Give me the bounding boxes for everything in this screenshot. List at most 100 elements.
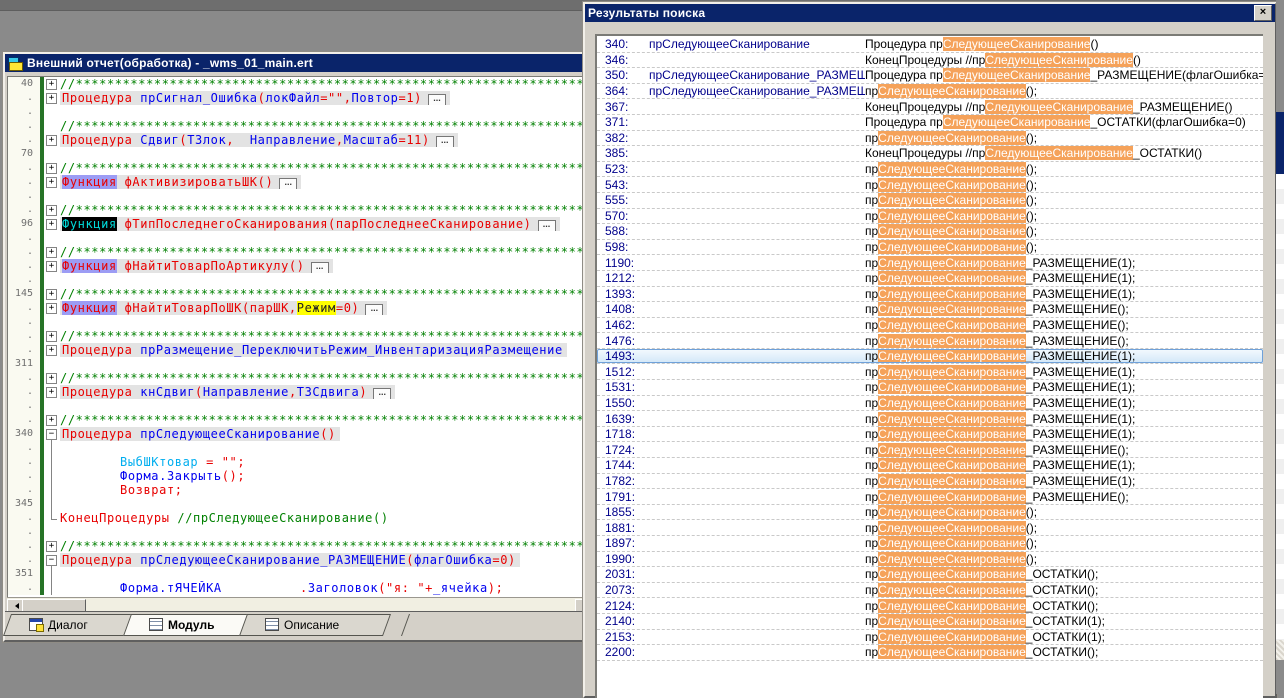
fold-plus-icon[interactable]: + xyxy=(44,539,60,553)
search-result-row[interactable]: 1190:прСледующееСканирование_РАЗМЕЩЕНИЕ(… xyxy=(597,255,1263,271)
search-result-row[interactable]: 1462:прСледующееСканирование_РАЗМЕЩЕНИЕ(… xyxy=(597,318,1263,334)
search-result-row[interactable]: 1639:прСледующееСканирование_РАЗМЕЩЕНИЕ(… xyxy=(597,411,1263,427)
fold-plus-icon[interactable]: + xyxy=(44,385,60,399)
search-result-row[interactable]: 2073:прСледующееСканирование_ОСТАТКИ(); xyxy=(597,583,1263,599)
fold-plus-icon[interactable]: + xyxy=(44,287,60,301)
search-result-row[interactable]: 1724:прСледующееСканирование_РАЗМЕЩЕНИЕ(… xyxy=(597,442,1263,458)
search-result-row[interactable]: 346:КонецПроцедуры //прСледующееСканиров… xyxy=(597,53,1263,69)
search-result-row[interactable]: 364:прСледующееСканирование_РАЗМЕЩЕНИЕпр… xyxy=(597,84,1263,100)
code-line[interactable]: . xyxy=(8,315,590,329)
module-editor-titlebar[interactable]: Внешний отчет(обработка) - _wms_01_main.… xyxy=(5,54,593,72)
fold-plus-icon[interactable]: + xyxy=(44,259,60,273)
code-line[interactable]: 70 xyxy=(8,147,590,161)
search-result-row[interactable]: 2124:прСледующееСканирование_ОСТАТКИ(); xyxy=(597,598,1263,614)
fold-plus-icon[interactable]: + xyxy=(44,245,60,259)
search-result-row[interactable]: 543:прСледующееСканирование(); xyxy=(597,177,1263,193)
fold-plus-icon[interactable]: + xyxy=(44,217,60,231)
code-line[interactable]: 345 xyxy=(8,497,590,511)
search-result-row[interactable]: 523:прСледующееСканирование(); xyxy=(597,162,1263,178)
code-line[interactable]: 145+//**********************************… xyxy=(8,287,590,301)
code-line[interactable]: . xyxy=(8,231,590,245)
search-result-row[interactable]: 1512:прСледующееСканирование_РАЗМЕЩЕНИЕ(… xyxy=(597,364,1263,380)
code-line[interactable]: 351 xyxy=(8,567,590,581)
search-result-row[interactable]: 1476:прСледующееСканирование_РАЗМЕЩЕНИЕ(… xyxy=(597,333,1263,349)
code-line[interactable]: .+Процедура кнСдвиг(Направление,ТЗСдвига… xyxy=(8,385,590,399)
search-result-row[interactable]: 1408:прСледующееСканирование_РАЗМЕЩЕНИЕ(… xyxy=(597,302,1263,318)
code-line[interactable]: .+//************************************… xyxy=(8,329,590,343)
code-line[interactable]: 340−Процедура прСледующееСканирование() xyxy=(8,427,590,441)
fold-plus-icon[interactable]: + xyxy=(44,91,60,105)
fold-plus-icon[interactable]: + xyxy=(44,175,60,189)
search-result-row[interactable]: 555:прСледующееСканирование(); xyxy=(597,193,1263,209)
code-line[interactable]: . xyxy=(8,525,590,539)
search-result-row[interactable]: 385:КонецПроцедуры //прСледующееСканиров… xyxy=(597,146,1263,162)
code-line[interactable]: 96+Функция фТипПоследнегоСканирования(па… xyxy=(8,217,590,231)
search-result-row[interactable]: 1791:прСледующееСканирование_РАЗМЕЩЕНИЕ(… xyxy=(597,489,1263,505)
search-result-row[interactable]: 1493:прСледующееСканирование_РАЗМЕЩЕНИЕ(… xyxy=(597,349,1263,365)
search-result-row[interactable]: 1212:прСледующееСканирование_РАЗМЕЩЕНИЕ(… xyxy=(597,271,1263,287)
search-result-row[interactable]: 598:прСледующееСканирование(); xyxy=(597,240,1263,256)
search-result-row[interactable]: 1550:прСледующееСканирование_РАЗМЕЩЕНИЕ(… xyxy=(597,396,1263,412)
search-result-row[interactable]: 382:прСледующееСканирование(); xyxy=(597,131,1263,147)
code-line[interactable]: .Форма.тЯЧЕЙКА .Заголовок("я: "+_ячейка)… xyxy=(8,581,590,595)
search-result-row[interactable]: 1881:прСледующееСканирование(); xyxy=(597,520,1263,536)
code-line[interactable]: .//*************************************… xyxy=(8,119,590,133)
fold-plus-icon[interactable]: + xyxy=(44,329,60,343)
fold-plus-icon[interactable]: + xyxy=(44,371,60,385)
search-result-row[interactable]: 2200:прСледующееСканирование_ОСТАТКИ(); xyxy=(597,645,1263,661)
expand-procedure-button[interactable]: ... xyxy=(436,136,454,147)
search-result-row[interactable]: 570:прСледующееСканирование(); xyxy=(597,209,1263,225)
expand-procedure-button[interactable]: ... xyxy=(428,94,446,105)
search-result-row[interactable]: 1718:прСледующееСканирование_РАЗМЕЩЕНИЕ(… xyxy=(597,427,1263,443)
search-result-row[interactable]: 1990:прСледующееСканирование(); xyxy=(597,552,1263,568)
tab-description[interactable]: Описание xyxy=(243,614,387,636)
search-results-list[interactable]: 340:прСледующееСканированиеПроцедура прС… xyxy=(595,34,1263,698)
code-line[interactable]: .+Процедура прСигнал_Ошибка(локФайл="",П… xyxy=(8,91,590,105)
search-result-row[interactable]: 350:прСледующееСканирование_РАЗМЕЩЕНИЕПр… xyxy=(597,68,1263,84)
code-line[interactable]: . xyxy=(8,105,590,119)
fold-plus-icon[interactable]: + xyxy=(44,77,60,91)
search-result-row[interactable]: 367:КонецПроцедуры //прСледующееСканиров… xyxy=(597,99,1263,115)
search-result-row[interactable]: 371:Процедура прСледующееСканирование_ОС… xyxy=(597,115,1263,131)
code-line[interactable]: 40+//***********************************… xyxy=(8,77,590,91)
expand-procedure-button[interactable]: ... xyxy=(365,304,383,315)
search-result-row[interactable]: 2140:прСледующееСканирование_ОСТАТКИ(1); xyxy=(597,614,1263,630)
code-line[interactable]: .КонецПроцедуры //прСледующееСканировани… xyxy=(8,511,590,525)
fold-minus-icon[interactable]: − xyxy=(44,553,60,567)
code-line[interactable]: .−Процедура прСледующееСканирование_РАЗМ… xyxy=(8,553,590,567)
search-results-titlebar[interactable]: Результаты поиска × xyxy=(585,4,1275,22)
search-result-row[interactable]: 1855:прСледующееСканирование(); xyxy=(597,505,1263,521)
code-line[interactable]: . xyxy=(8,273,590,287)
code-line[interactable]: .+//************************************… xyxy=(8,413,590,427)
code-line[interactable]: .Форма.Закрыть(); xyxy=(8,469,590,483)
fold-plus-icon[interactable]: + xyxy=(44,413,60,427)
code-line[interactable]: .+Процедура Сдвиг(ТЗлок, Направление,Мас… xyxy=(8,133,590,147)
search-result-row[interactable]: 340:прСледующееСканированиеПроцедура прС… xyxy=(597,37,1263,53)
search-result-row[interactable]: 1782:прСледующееСканирование_РАЗМЕЩЕНИЕ(… xyxy=(597,474,1263,490)
expand-procedure-button[interactable]: ... xyxy=(538,220,556,231)
expand-procedure-button[interactable]: ... xyxy=(279,178,297,189)
code-line[interactable]: . xyxy=(8,189,590,203)
fold-plus-icon[interactable]: + xyxy=(44,161,60,175)
search-result-row[interactable]: 588:прСледующееСканирование(); xyxy=(597,224,1263,240)
fold-plus-icon[interactable]: + xyxy=(44,343,60,357)
code-line[interactable]: .+Функция фНайтиТоварПоШК(парШК,Режим=0)… xyxy=(8,301,590,315)
code-line[interactable]: . xyxy=(8,441,590,455)
expand-procedure-button[interactable]: ... xyxy=(311,262,329,273)
code-line[interactable]: .+//************************************… xyxy=(8,161,590,175)
fold-plus-icon[interactable]: + xyxy=(44,203,60,217)
code-line[interactable]: . xyxy=(8,399,590,413)
search-result-row[interactable]: 2031:прСледующееСканирование_ОСТАТКИ(); xyxy=(597,567,1263,583)
fold-plus-icon[interactable]: + xyxy=(44,133,60,147)
code-line[interactable]: .+//************************************… xyxy=(8,203,590,217)
code-line[interactable]: 311 xyxy=(8,357,590,371)
search-result-row[interactable]: 1897:прСледующееСканирование(); xyxy=(597,536,1263,552)
expand-procedure-button[interactable]: ... xyxy=(373,388,391,399)
search-result-row[interactable]: 2153:прСледующееСканирование_ОСТАТКИ(1); xyxy=(597,630,1263,646)
fold-minus-icon[interactable]: − xyxy=(44,427,60,441)
horizontal-scrollbar[interactable] xyxy=(7,597,591,612)
code-line[interactable]: .+//************************************… xyxy=(8,245,590,259)
code-line[interactable]: .+Функция фАктивизироватьШК()... xyxy=(8,175,590,189)
search-result-row[interactable]: 1393:прСледующееСканирование_РАЗМЕЩЕНИЕ(… xyxy=(597,287,1263,303)
code-line[interactable]: .ВыбШКтовар = ""; xyxy=(8,455,590,469)
